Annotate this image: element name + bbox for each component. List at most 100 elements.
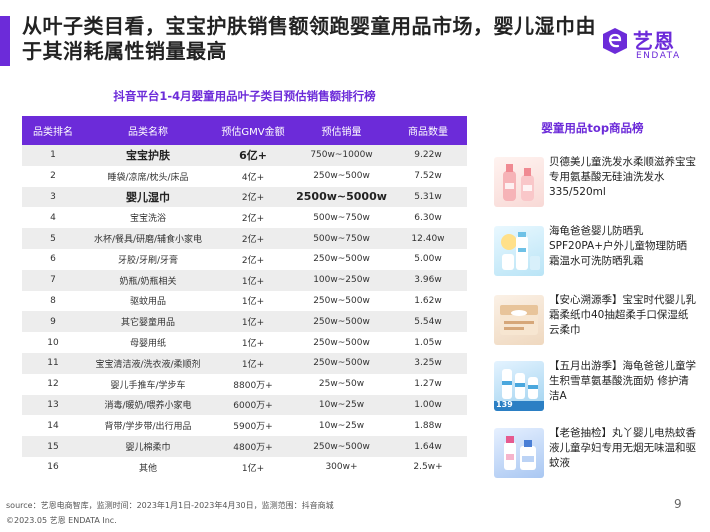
table-row: 13 消毒/暖奶/喂养小家电 6000万+ 10w~25w 1.00w [22, 394, 467, 416]
count-cell: 7.52w [389, 165, 467, 187]
page-number: 9 [674, 497, 682, 511]
count-cell: 1.27w [389, 373, 467, 395]
column-header: 品类名称 [84, 116, 212, 145]
rank-cell: 1 [22, 145, 84, 166]
rank-cell: 9 [22, 311, 84, 333]
volume-cell: 500w~750w [294, 207, 389, 229]
shampoo-bottles-image [494, 157, 544, 207]
count-cell: 1.05w [389, 332, 467, 353]
column-header: 品类排名 [22, 116, 84, 145]
volume-cell: 500w~750w [294, 228, 389, 249]
count-cell: 12.40w [389, 228, 467, 249]
volume-cell: 10w~25w [294, 394, 389, 416]
category-cell: 奶瓶/奶瓶相关 [84, 269, 212, 291]
volume-cell: 250w~500w [294, 332, 389, 353]
count-cell: 1.62w [389, 290, 467, 312]
gmv-cell: 6亿+ [212, 145, 294, 166]
volume-cell: 250w~500w [294, 165, 389, 187]
rank-cell: 12 [22, 373, 84, 395]
product-name: 【老爸抽检】丸丫婴儿电热蚊香液儿童孕妇专用无烟无味温和驱蚊液 [549, 427, 696, 469]
rank-cell: 2 [22, 165, 84, 187]
category-cell: 背带/学步带/出行用品 [84, 415, 212, 437]
rank-cell: 10 [22, 332, 84, 353]
table-row: 10 母婴用纸 1亿+ 250w~500w 1.05w [22, 332, 467, 353]
category-cell: 睡袋/凉席/枕头/床品 [84, 165, 212, 187]
product-name: 贝德美儿童洗发水柔顺滋养宝宝专用氨基酸无硅油洗发水 335/520ml [549, 156, 696, 198]
endata-logo-mark [603, 28, 627, 54]
gmv-cell: 1亿+ [212, 311, 294, 333]
product-name: 【五月出游季】海龟爸爸儿童学生积雪草氨基酸洗面奶 修护清洁A [549, 360, 696, 402]
category-cell: 水杯/餐具/研磨/辅食小家电 [84, 228, 212, 249]
count-cell: 3.96w [389, 269, 467, 291]
product-item[interactable]: 139 【五月出游季】海龟爸爸儿童学生积雪草氨基酸洗面奶 修护清洁A [494, 359, 696, 415]
rank-cell: 5 [22, 228, 84, 249]
ranking-table: 品类排名 品类名称 预估GMV金额 预估销量 商品数量 1 宝宝护肤 6亿+ 7… [22, 116, 467, 478]
volume-cell: 250w~500w [294, 290, 389, 312]
table-row: 11 宝宝清洁液/洗衣液/柔顺剂 1亿+ 250w~500w 3.25w [22, 352, 467, 374]
product-item[interactable]: 贝德美儿童洗发水柔顺滋养宝宝专用氨基酸无硅油洗发水 335/520ml [494, 155, 696, 211]
table-header-row: 品类排名 品类名称 预估GMV金额 预估销量 商品数量 [22, 116, 467, 145]
count-cell: 5.54w [389, 311, 467, 333]
volume-cell: 100w~250w [294, 269, 389, 291]
sunscreen-image [494, 226, 544, 276]
gmv-cell: 2亿+ [212, 228, 294, 249]
category-cell: 婴儿手推车/学步车 [84, 373, 212, 395]
category-cell: 驱蚊用品 [84, 290, 212, 312]
category-cell: 消毒/暖奶/喂养小家电 [84, 394, 212, 416]
rank-cell: 8 [22, 290, 84, 312]
volume-cell: 10w~25w [294, 415, 389, 437]
product-item[interactable]: 【安心溯源季】宝宝时代婴儿乳霜柔纸巾40抽超柔手口保湿纸云柔巾 [494, 293, 696, 349]
gmv-cell: 4亿+ [212, 165, 294, 187]
volume-cell: 2500w~5000w [294, 186, 389, 208]
category-cell: 婴儿湿巾 [84, 186, 212, 208]
gmv-cell: 4800万+ [212, 436, 294, 457]
top-products-title: 婴童用品top商品榜 [541, 121, 644, 135]
tissue-pack-image [494, 295, 544, 345]
gmv-cell: 1亿+ [212, 332, 294, 353]
gmv-cell: 1亿+ [212, 269, 294, 291]
column-header: 商品数量 [389, 116, 467, 145]
copyright-note: ©2023.05 艺恩 ENDATA Inc. [6, 516, 117, 525]
rank-cell: 14 [22, 415, 84, 437]
rank-cell: 4 [22, 207, 84, 229]
sunscreen-tube-icon [501, 232, 540, 270]
category-cell: 宝宝护肤 [84, 145, 212, 166]
rank-cell: 13 [22, 394, 84, 416]
product-item[interactable]: 海龟爸爸婴儿防晒乳SPF20PA+户外儿童物理防晒霜温水可洗防晒乳霜 [494, 224, 694, 280]
table-row: 2 睡袋/凉席/枕头/床品 4亿+ 250w~500w 7.52w [22, 165, 467, 187]
table-row: 8 驱蚊用品 1亿+ 250w~500w 1.62w [22, 290, 467, 312]
table-row: 12 婴儿手推车/学步车 8800万+ 25w~50w 1.27w [22, 373, 467, 395]
page-headline: 从叶子类目看，宝宝护肤销售额领跑婴童用品市场，婴儿湿巾由于其消耗属性销量最高 [22, 14, 596, 63]
table-row: 5 水杯/餐具/研磨/辅食小家电 2亿+ 500w~750w 12.40w [22, 228, 467, 249]
volume-cell: 250w~500w [294, 311, 389, 333]
face-wash-image: 139 [494, 361, 544, 411]
gmv-cell: 2亿+ [212, 207, 294, 229]
endata-logo: 艺恩 ENDATA [600, 22, 690, 66]
table-row: 15 婴儿棉柔巾 4800万+ 250w~500w 1.64w [22, 436, 467, 457]
rank-cell: 7 [22, 269, 84, 291]
count-cell: 9.22w [389, 145, 467, 166]
logo-english-text: ENDATA [636, 51, 681, 61]
table-row: 6 牙胶/牙刷/牙膏 2亿+ 250w~500w 5.00w [22, 248, 467, 270]
category-cell: 宝宝清洁液/洗衣液/柔顺剂 [84, 352, 212, 374]
volume-cell: 250w~500w [294, 436, 389, 457]
count-cell: 1.88w [389, 415, 467, 437]
count-cell: 5.00w [389, 248, 467, 270]
rank-cell: 15 [22, 436, 84, 457]
gmv-cell: 1亿+ [212, 456, 294, 478]
product-name: 【安心溯源季】宝宝时代婴儿乳霜柔纸巾40抽超柔手口保湿纸云柔巾 [549, 294, 696, 336]
category-cell: 其它婴童用品 [84, 311, 212, 333]
column-header: 预估GMV金额 [212, 116, 294, 145]
mosquito-liquid-icon [504, 436, 536, 470]
category-cell: 宝宝洗浴 [84, 207, 212, 229]
count-cell: 3.25w [389, 352, 467, 374]
product-item[interactable]: 【老爸抽检】丸丫婴儿电热蚊香液儿童孕妇专用无烟无味温和驱蚊液 [494, 426, 696, 482]
shampoo-bottle-icon [503, 164, 534, 201]
rank-cell: 11 [22, 352, 84, 374]
mosquito-liquid-image [494, 428, 544, 478]
rank-cell: 3 [22, 186, 84, 208]
count-cell: 2.5w+ [389, 456, 467, 478]
gmv-cell: 2亿+ [212, 186, 294, 208]
volume-cell: 300w+ [294, 456, 389, 478]
gmv-cell: 2亿+ [212, 248, 294, 270]
